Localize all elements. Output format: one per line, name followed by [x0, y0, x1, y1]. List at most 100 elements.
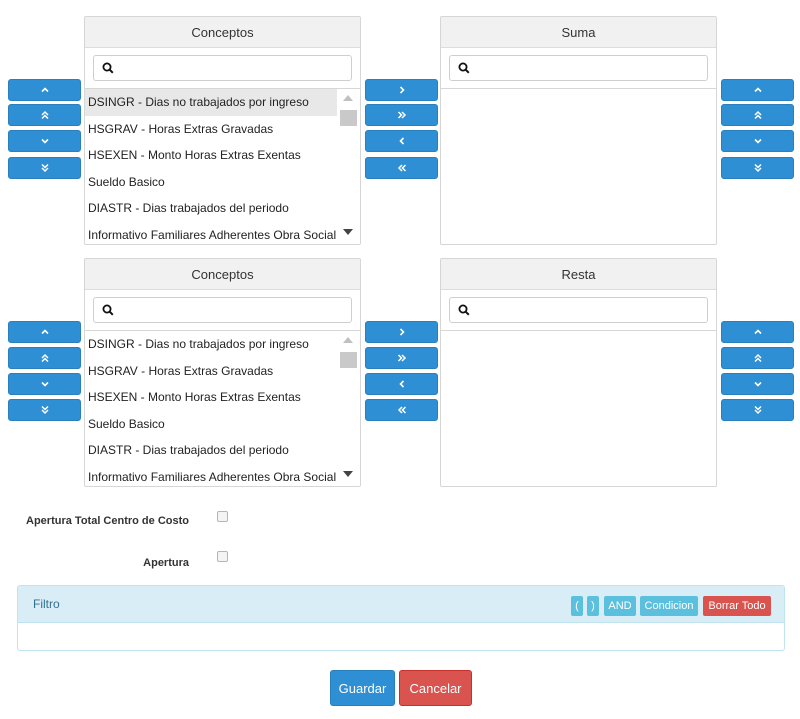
chevron-up-icon [753, 329, 762, 335]
guardar-button[interactable]: Guardar [330, 670, 395, 706]
double-chevron-down-icon [40, 405, 49, 415]
chevron-left-icon [398, 380, 404, 388]
list-item[interactable]: DSINGR - Dias no trabajados por ingreso [85, 89, 337, 116]
remove-all-button[interactable] [365, 157, 438, 179]
filtro-title: Filtro [33, 597, 60, 611]
move-top-button[interactable] [8, 104, 81, 126]
list-item[interactable]: HSEXEN - Monto Horas Extras Exentas [85, 142, 337, 169]
resta-move-top-button[interactable] [721, 347, 794, 369]
close-paren-button[interactable]: ) [587, 596, 599, 616]
move-top-button[interactable] [8, 347, 81, 369]
add-all-button[interactable] [365, 104, 438, 126]
move-down-button[interactable] [8, 373, 81, 395]
borrar-todo-button[interactable]: Borrar Todo [703, 596, 771, 616]
filtro-body[interactable] [18, 623, 784, 650]
filtro-header: Filtro ( ) AND Condicion Borrar Todo [18, 586, 784, 623]
condicion-button[interactable]: Condicion [640, 596, 698, 616]
chevron-left-icon [398, 137, 404, 145]
double-chevron-left-icon [397, 406, 406, 414]
search-input[interactable] [118, 57, 351, 79]
double-chevron-down-icon [40, 163, 49, 173]
move-down-button[interactable] [8, 130, 81, 152]
chevron-down-icon [40, 138, 49, 144]
conceptos-list: DSINGR - Dias no trabajados por ingreso … [85, 330, 360, 486]
search-input[interactable] [474, 57, 707, 79]
list-item[interactable]: Sueldo Basico [85, 411, 337, 438]
resta-move-down-button[interactable] [721, 373, 794, 395]
list-item[interactable]: DSINGR - Dias no trabajados por ingreso [85, 331, 337, 358]
add-selected-button[interactable] [365, 79, 438, 101]
chevron-up-icon [40, 329, 49, 335]
search-icon [458, 62, 470, 74]
move-bottom-button[interactable] [8, 399, 81, 421]
list-item[interactable]: Sueldo Basico [85, 169, 337, 196]
search-icon [102, 62, 114, 74]
search-box [93, 297, 352, 323]
double-chevron-down-icon [753, 163, 762, 173]
panel-title: Suma [441, 17, 716, 48]
search-icon [458, 304, 470, 316]
list-item[interactable]: HSEXEN - Monto Horas Extras Exentas [85, 384, 337, 411]
search-input[interactable] [474, 299, 707, 321]
chevron-up-icon [40, 87, 49, 93]
double-chevron-right-icon [397, 354, 406, 362]
move-up-button[interactable] [8, 79, 81, 101]
scroll-up-arrow-icon[interactable] [343, 95, 353, 101]
search-box [449, 55, 708, 81]
move-up-button[interactable] [8, 321, 81, 343]
double-chevron-up-icon [753, 353, 762, 363]
chevron-right-icon [399, 328, 405, 336]
remove-selected-button[interactable] [365, 373, 438, 395]
chevron-down-icon [753, 381, 762, 387]
scroll-down-arrow-icon[interactable] [343, 229, 353, 235]
search-input[interactable] [118, 299, 351, 321]
double-chevron-up-icon [40, 353, 49, 363]
chevron-up-icon [753, 87, 762, 93]
apertura-total-checkbox[interactable] [217, 511, 228, 522]
open-paren-button[interactable]: ( [571, 596, 583, 616]
scroll-down-arrow-icon[interactable] [343, 471, 353, 477]
scroll-thumb[interactable] [340, 352, 357, 368]
resta-move-bottom-button[interactable] [721, 399, 794, 421]
search-icon [102, 304, 114, 316]
suma-panel: Suma [440, 16, 717, 245]
apertura-checkbox[interactable] [217, 551, 228, 562]
add-all-button[interactable] [365, 347, 438, 369]
list-item[interactable]: Informativo Familiares Adherentes Obra S… [85, 464, 337, 487]
and-button[interactable]: AND [604, 596, 636, 616]
move-bottom-button[interactable] [8, 157, 81, 179]
remove-all-button[interactable] [365, 399, 438, 421]
conceptos-panel-bottom: Conceptos DSINGR - Dias no trabajados po… [84, 258, 361, 487]
list-item[interactable]: DIASTR - Dias trabajados del periodo [85, 195, 337, 222]
conceptos-list: DSINGR - Dias no trabajados por ingreso … [85, 88, 360, 244]
double-chevron-up-icon [40, 110, 49, 120]
search-box [93, 55, 352, 81]
panel-title: Conceptos [85, 259, 360, 290]
chevron-right-icon [399, 86, 405, 94]
double-chevron-left-icon [397, 164, 406, 172]
suma-move-down-button[interactable] [721, 130, 794, 152]
list-item[interactable]: HSGRAV - Horas Extras Gravadas [85, 116, 337, 143]
list-scrollbar[interactable] [337, 89, 360, 244]
panel-title: Resta [441, 259, 716, 290]
scroll-up-arrow-icon[interactable] [343, 337, 353, 343]
suma-list[interactable] [441, 88, 716, 244]
chevron-down-icon [753, 138, 762, 144]
resta-list[interactable] [441, 330, 716, 486]
search-box [449, 297, 708, 323]
list-item[interactable]: DIASTR - Dias trabajados del periodo [85, 437, 337, 464]
resta-move-up-button[interactable] [721, 321, 794, 343]
apertura-total-label: Apertura Total Centro de Costo [26, 515, 189, 527]
add-selected-button[interactable] [365, 321, 438, 343]
cancelar-button[interactable]: Cancelar [399, 670, 472, 706]
remove-selected-button[interactable] [365, 130, 438, 152]
suma-move-bottom-button[interactable] [721, 157, 794, 179]
list-item[interactable]: Informativo Familiares Adherentes Obra S… [85, 222, 337, 245]
list-item[interactable]: HSGRAV - Horas Extras Gravadas [85, 358, 337, 385]
scroll-thumb[interactable] [340, 110, 357, 126]
suma-move-top-button[interactable] [721, 104, 794, 126]
suma-move-up-button[interactable] [721, 79, 794, 101]
chevron-down-icon [40, 381, 49, 387]
double-chevron-down-icon [753, 405, 762, 415]
list-scrollbar[interactable] [337, 331, 360, 486]
